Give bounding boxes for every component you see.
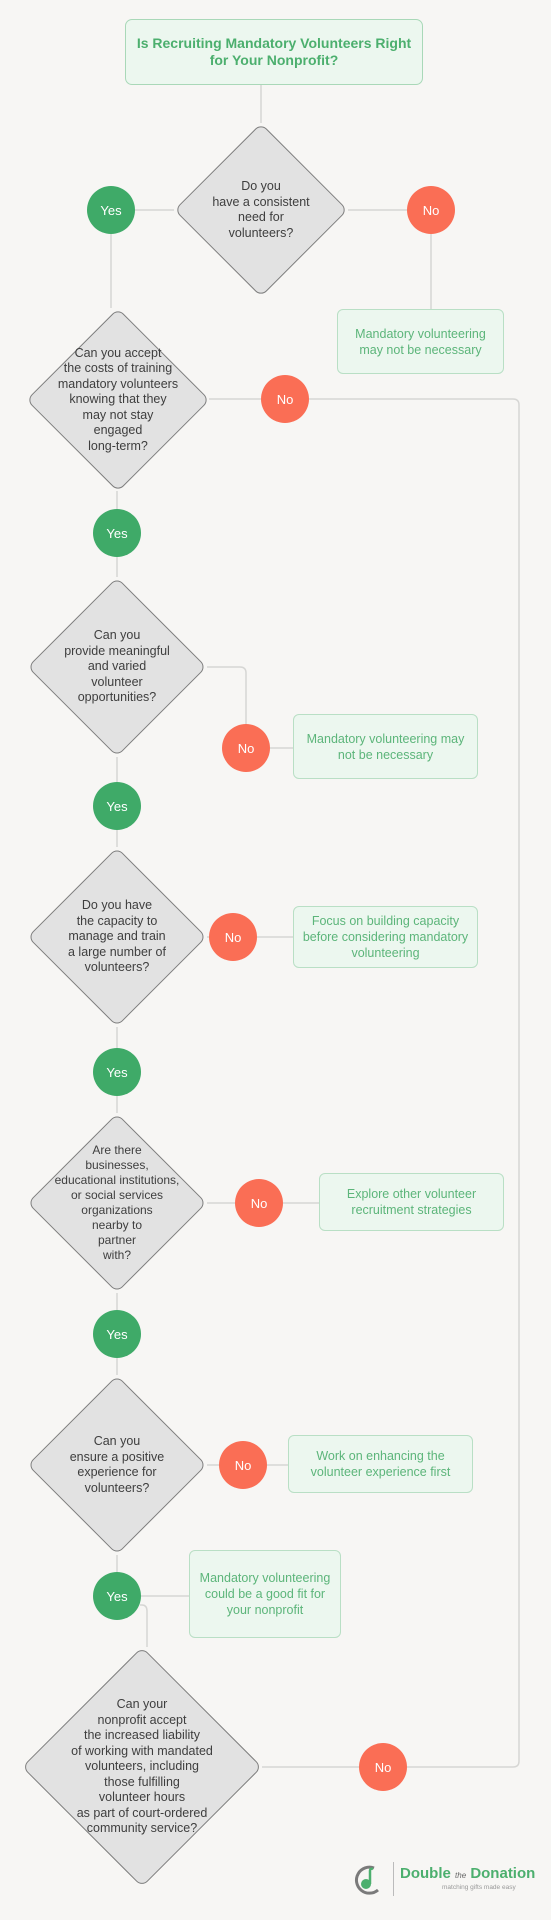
outcome-box-4: Focus on building capacity before consid… — [293, 906, 478, 968]
logo-mark-icon — [355, 1865, 379, 1895]
question-text-3: Can you provide meaningful and varied vo… — [64, 628, 170, 705]
question-text-6: Can you ensure a positive experience for… — [69, 1434, 165, 1495]
question-diamond-2: Can you accept the costs of training man… — [26, 308, 210, 492]
question-text-2: Can you accept the costs of training man… — [57, 345, 179, 453]
yes-node-3: Yes — [93, 782, 141, 830]
outcome-box-1: Mandatory volunteering may not be necess… — [337, 309, 504, 374]
outcome-box-3: Mandatory volunteering may not be necess… — [293, 714, 478, 779]
no-node-2: No — [261, 375, 309, 423]
outcome-box-7: Mandatory volunteering could be a good f… — [189, 1550, 341, 1638]
no-node-1: No — [407, 186, 455, 234]
logo-brand-name: Double the Donation — [400, 1865, 536, 1882]
logo-divider — [393, 1862, 394, 1896]
yes-node-6: Yes — [93, 1572, 141, 1620]
question-text-1: Do you have a consistent need for volunt… — [212, 179, 310, 240]
no-node-3: No — [222, 724, 270, 772]
no-node-7: No — [359, 1743, 407, 1791]
yes-node-4: Yes — [93, 1048, 141, 1096]
question-diamond-7: Can your nonprofit accept the increased … — [21, 1646, 263, 1888]
question-diamond-3: Can you provide meaningful and varied vo… — [27, 577, 207, 757]
question-diamond-6: Can you ensure a positive experience for… — [27, 1375, 207, 1555]
no-node-4: No — [209, 913, 257, 961]
double-the-donation-logo: Double the Donation matching gifts made … — [350, 1860, 540, 1900]
logo-tagline: matching gifts made easy — [442, 1884, 516, 1891]
connector-q3-no — [207, 666, 247, 724]
yes-node-1: Yes — [87, 186, 135, 234]
question-diamond-1: Do you have a consistent need for volunt… — [174, 123, 348, 297]
question-text-4: Do you have the capacity to manage and t… — [68, 898, 166, 975]
question-text-7: Can your nonprofit accept the increased … — [71, 1697, 213, 1836]
no-node-5: No — [235, 1179, 283, 1227]
outcome-box-5: Explore other volunteer recruitment stra… — [319, 1173, 504, 1231]
no-node-6: No — [219, 1441, 267, 1489]
question-diamond-4: Do you have the capacity to manage and t… — [27, 847, 207, 1027]
question-diamond-5: Are there businesses, educational instit… — [27, 1113, 207, 1293]
yes-node-2: Yes — [93, 509, 141, 557]
flowchart-title: Is Recruiting Mandatory Volunteers Right… — [125, 19, 423, 85]
yes-node-5: Yes — [93, 1310, 141, 1358]
question-text-5: Are there businesses, educational instit… — [54, 1143, 180, 1262]
outcome-box-6: Work on enhancing the volunteer experien… — [288, 1435, 473, 1493]
connector-yes6-q7 — [140, 1604, 148, 1647]
